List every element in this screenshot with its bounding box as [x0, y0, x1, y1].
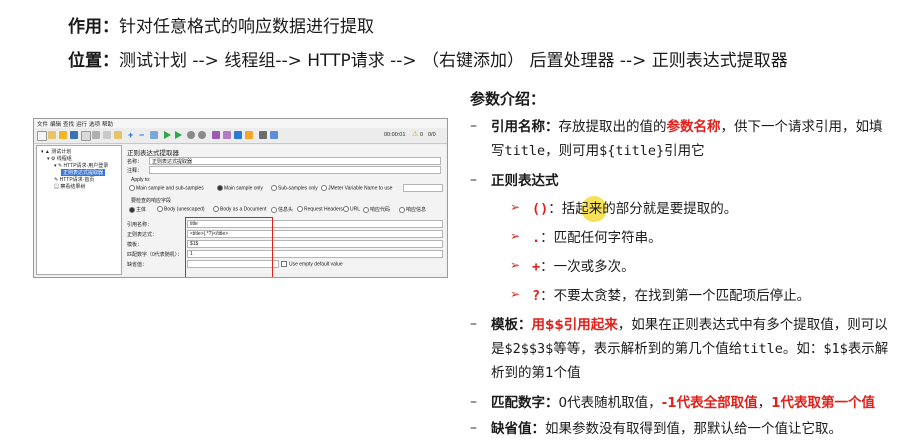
function-helper-icon[interactable] [259, 131, 267, 139]
new-icon[interactable] [37, 131, 47, 141]
regex-item-3: +：一次或多次。 [532, 259, 635, 275]
tree-item-test-plan[interactable]: ▾ ▲ 测试计划 [41, 148, 71, 155]
field-url[interactable]: URL [343, 206, 360, 212]
default-value-line: 缺省值：如果参数没有取得到值，那默认给一个值让它取。 [491, 421, 842, 437]
highlight-box [185, 217, 273, 277]
thread-count: 0/0 [428, 132, 436, 138]
test-plan-tree: ▾ ▲ 测试计划 ▾ ⚙ 线程组 ▾ ✎ HTTP请求-用户登录 正则表达式提取… [36, 145, 122, 275]
jmeter-window: 文件 编辑 查找 运行 选项 帮助 + − 00:00:01 ⚠ 0 0/0 ▾… [33, 118, 448, 278]
open-icon[interactable] [59, 131, 67, 139]
field-response-message[interactable]: 响应信息 [399, 206, 426, 213]
match-number-line: 匹配数字：0代表随机取值，-1代表全部取值，1代表取第一个值 [491, 395, 875, 411]
position-label: 位置： [68, 51, 119, 71]
use-empty-default-checkbox[interactable]: Use empty default value [281, 261, 343, 267]
bullet-dash-2: – [470, 172, 477, 188]
role-label: 作用： [68, 17, 119, 37]
toggle-icon[interactable] [150, 131, 158, 139]
field-body-document[interactable]: Body as a Document [213, 206, 266, 212]
start-icon[interactable] [164, 131, 171, 139]
field-headers[interactable]: 信息头 [271, 206, 293, 213]
regex-label: 正则表达式： [127, 232, 158, 238]
warning-count: 0 [420, 132, 424, 138]
comment-label: 注释： [127, 168, 143, 174]
template-label: 模板： [127, 242, 143, 248]
menu-run[interactable]: 运行 [76, 120, 87, 128]
shutdown-icon[interactable] [198, 131, 206, 139]
template-line3: 析到的第1个值 [491, 365, 581, 381]
stop-icon[interactable] [187, 131, 195, 139]
field-body-unescaped[interactable]: Body (unescaped) [157, 206, 205, 212]
extractor-panel: 正则表达式提取器 名称： 正则表达式提取器 注释： Apply to: Main… [123, 145, 445, 277]
field-request-headers[interactable]: Request Headers [297, 206, 343, 212]
match-number-label: 匹配数字（0代表随机）： [127, 252, 183, 258]
menu-file[interactable]: 文件 [37, 120, 48, 128]
check-field-label: 要检查的响应字段 [131, 198, 172, 204]
arrow-2-icon: ➢ [510, 229, 521, 243]
name-input[interactable]: 正则表达式提取器 [149, 157, 441, 165]
template-line2: 是$2$$3$等等，表示解析到的第几个值给title。如：$1$表示解 [491, 341, 889, 357]
start-no-pause-icon[interactable] [175, 131, 182, 139]
apply-main-and-sub[interactable]: Main sample and sub-samples [129, 185, 204, 191]
apply-main-only[interactable]: Main sample only [217, 185, 263, 191]
tree-item-thread-group[interactable]: ▾ ⚙ 线程组 [47, 155, 72, 162]
elapsed-timer: 00:00:01 [384, 132, 406, 138]
menu-help[interactable]: 帮助 [102, 120, 113, 128]
help-icon[interactable] [270, 131, 278, 139]
field-body[interactable]: 主体 [129, 206, 146, 213]
warning-icon: ⚠ [412, 131, 419, 138]
comment-input[interactable] [149, 166, 441, 174]
tree-item-http-home[interactable]: ✎ HTTP请求-首页 [54, 176, 94, 183]
bullet-dash-4: – [470, 394, 477, 410]
template-line1: 模板：用$$引用起来，如果在正则表达式中有多个提取值，则可以 [491, 317, 888, 333]
reset-search-icon[interactable] [245, 131, 253, 139]
tree-item-http-login[interactable]: ▾ ✎ HTTP请求-用户登录 [54, 162, 108, 169]
paste-icon[interactable] [114, 131, 122, 139]
expand-icon[interactable]: + [128, 131, 136, 140]
position-line: 位置：测试计划 --> 线程组--> HTTP请求 --> （右键添加） 后置处… [68, 46, 788, 71]
field-response-code[interactable]: 响应代码 [363, 206, 390, 213]
name-label: 名称： [127, 159, 143, 165]
save-icon[interactable] [70, 131, 78, 139]
regex-item-2: .：匹配任何字符串。 [532, 230, 662, 246]
save-as-icon[interactable] [81, 131, 91, 141]
tree-item-regex-extractor[interactable]: 正则表达式提取器 [61, 169, 106, 176]
arrow-3-icon: ➢ [510, 258, 521, 272]
copy-icon[interactable] [103, 131, 111, 139]
role-text: 针对任意格式的响应数据进行提取 [119, 17, 374, 37]
regex-item-1: ()：括起来的部分就是要提取的。 [532, 201, 738, 217]
cut-icon[interactable] [92, 131, 100, 139]
bullet-dash-1: – [470, 118, 477, 134]
search-icon[interactable] [234, 131, 242, 139]
ref-name-line1: 引用名称：存放提取出的值的参数名称，供下一个请求引用，如填 [491, 119, 883, 135]
apply-sub-only[interactable]: Sub-samples only [271, 185, 318, 191]
template-icon[interactable] [48, 131, 56, 139]
jmeter-var-input[interactable] [403, 184, 443, 192]
regex-heading: 正则表达式 [491, 173, 559, 189]
clear-icon[interactable] [212, 131, 220, 139]
regex-item-4: ?：不要太贪婪，在找到第一个匹配项后停止。 [532, 288, 811, 304]
menu-edit[interactable]: 编辑 [50, 120, 61, 128]
bullet-dash-3: – [470, 316, 477, 332]
jmeter-toolbar: + − 00:00:01 ⚠ 0 0/0 [34, 128, 447, 144]
collapse-icon[interactable]: − [139, 131, 147, 140]
bullet-dash-5: – [470, 420, 477, 436]
ref-name-label: 引用名称： [127, 222, 153, 228]
clear-all-icon[interactable] [223, 131, 231, 139]
apply-jmeter-var[interactable]: JMeter Variable Name to use [321, 185, 392, 191]
menu-search[interactable]: 查找 [63, 120, 74, 128]
default-value-label: 缺省值： [127, 262, 148, 268]
arrow-4-icon: ➢ [510, 287, 521, 301]
menu-options[interactable]: 选项 [89, 120, 100, 128]
tree-item-view-results[interactable]: ▤ 察看结果树 [54, 183, 85, 190]
arrow-1-icon: ➢ [510, 200, 521, 214]
apply-to-label: Apply to: [131, 177, 151, 183]
panel-title: 正则表达式提取器 [127, 150, 179, 157]
role-line: 作用：针对任意格式的响应数据进行提取 [68, 12, 374, 37]
ref-name-line2: 写title，则可用${title}引用它 [491, 143, 705, 159]
position-text: 测试计划 --> 线程组--> HTTP请求 --> （右键添加） 后置处理器 … [119, 51, 788, 71]
params-heading: 参数介绍： [470, 90, 546, 108]
